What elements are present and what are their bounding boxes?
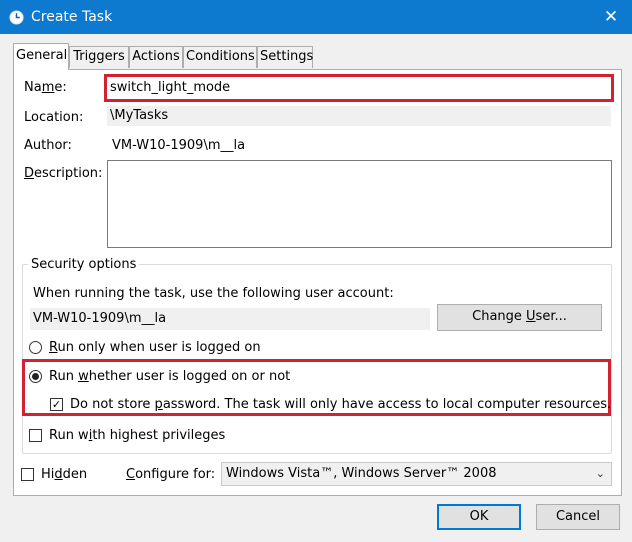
- title-bar: Create Task ✕: [0, 0, 632, 34]
- radio-run-only-logged-on-label[interactable]: Run only when user is logged on: [49, 340, 261, 356]
- location-label: Location:: [24, 110, 84, 125]
- name-input[interactable]: switch_light_mode: [107, 77, 611, 99]
- chevron-down-icon: ⌄: [595, 467, 605, 480]
- description-label: Description:: [24, 166, 103, 181]
- clock-icon: [9, 10, 24, 25]
- hidden-label[interactable]: Hidden: [41, 467, 87, 483]
- highest-privileges-label[interactable]: Run with highest privileges: [49, 428, 225, 444]
- cancel-button[interactable]: Cancel: [536, 504, 620, 530]
- description-input[interactable]: [107, 160, 612, 248]
- tab-conditions[interactable]: Conditions: [183, 46, 257, 68]
- security-options-legend: Security options: [28, 257, 140, 273]
- checkmark-icon: ✓: [51, 398, 62, 411]
- tab-triggers[interactable]: Triggers: [69, 46, 129, 68]
- change-user-button[interactable]: Change User...: [437, 304, 602, 331]
- location-value: \MyTasks: [107, 106, 611, 126]
- close-icon[interactable]: ✕: [598, 6, 624, 28]
- tab-settings[interactable]: Settings: [257, 46, 313, 68]
- account-prompt: When running the task, use the following…: [33, 286, 394, 301]
- radio-run-whether-logged-on[interactable]: [29, 370, 42, 383]
- user-account-value: VM-W10-1909\m__la: [30, 308, 430, 330]
- highest-privileges-checkbox[interactable]: [29, 429, 42, 442]
- hidden-checkbox[interactable]: [21, 468, 34, 481]
- tab-general[interactable]: General: [13, 43, 69, 70]
- author-label: Author:: [24, 138, 72, 153]
- radio-run-whether-logged-on-label[interactable]: Run whether user is logged on or not: [49, 369, 290, 385]
- window-title: Create Task: [31, 9, 113, 25]
- ok-button[interactable]: OK: [437, 504, 521, 530]
- name-label: Name:: [24, 80, 67, 95]
- configure-for-label: Configure for:: [126, 467, 216, 482]
- do-not-store-password-checkbox[interactable]: ✓: [50, 398, 63, 411]
- do-not-store-password-label[interactable]: Do not store password. The task will onl…: [70, 397, 611, 413]
- configure-for-value: Windows Vista™, Windows Server™ 2008: [226, 466, 497, 481]
- configure-for-select[interactable]: Windows Vista™, Windows Server™ 2008 ⌄: [221, 462, 612, 486]
- author-value: VM-W10-1909\m__la: [112, 138, 246, 153]
- radio-run-only-logged-on[interactable]: [29, 341, 42, 354]
- tab-actions[interactable]: Actions: [129, 46, 183, 68]
